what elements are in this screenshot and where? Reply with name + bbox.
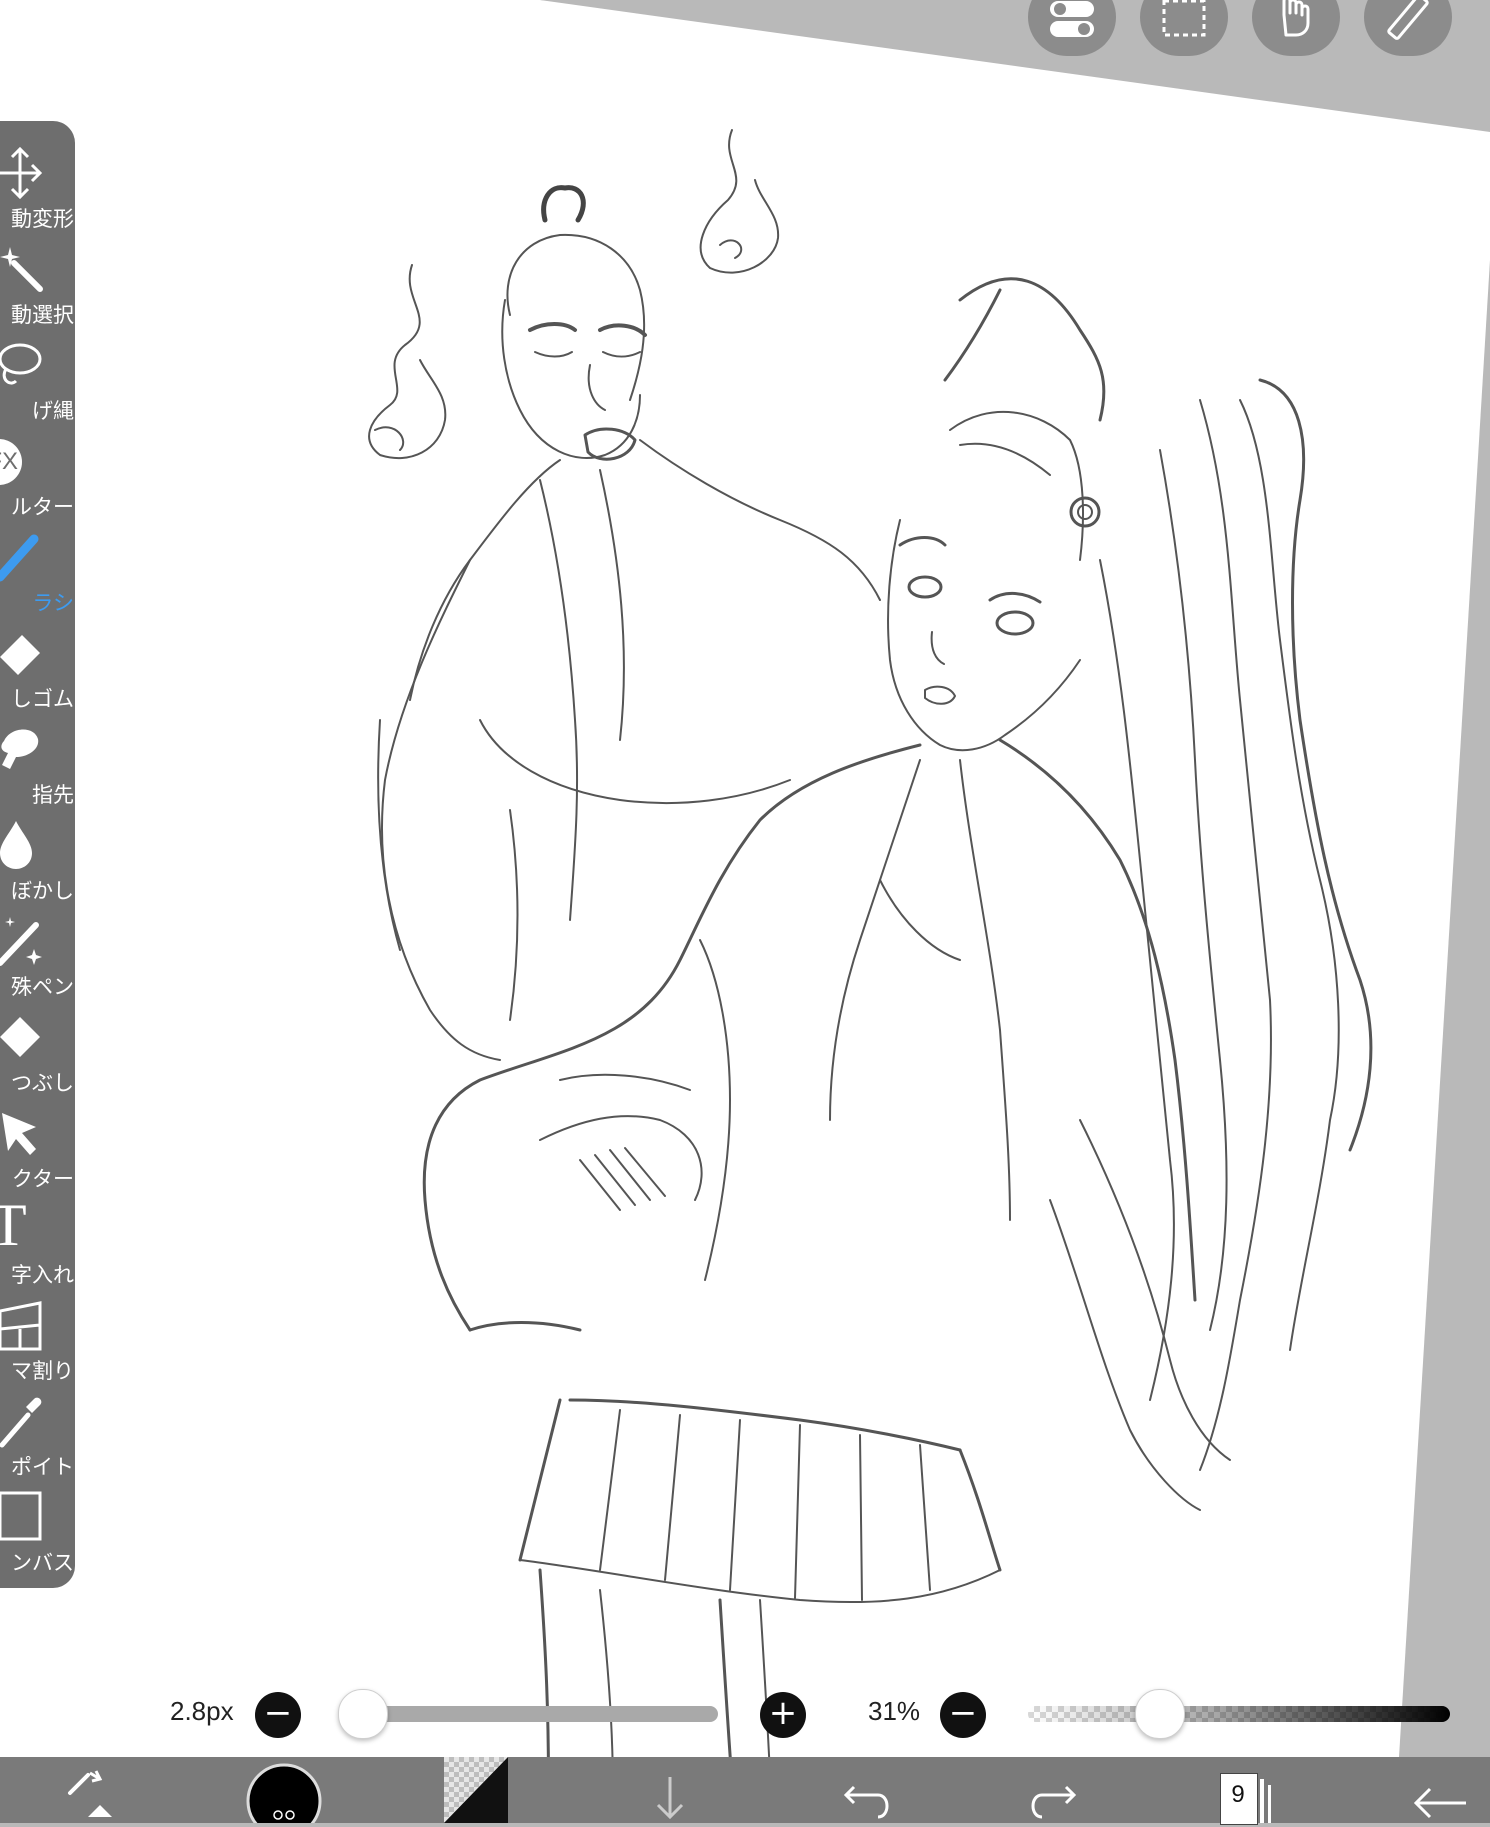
undo-icon bbox=[843, 1785, 889, 1819]
brush-size-increase-button[interactable]: + bbox=[760, 1692, 806, 1738]
fill-pattern-swatch[interactable] bbox=[444, 1757, 508, 1823]
color-swatch-icon bbox=[246, 1763, 322, 1827]
selector-arrow-icon bbox=[2, 1113, 36, 1155]
layers-stack-edge bbox=[1260, 1779, 1264, 1823]
color-swatch[interactable] bbox=[246, 1757, 322, 1827]
frame-divider-icon bbox=[0, 1301, 42, 1351]
canvas-icon bbox=[0, 1491, 42, 1541]
tool-label: 殊ペン bbox=[11, 975, 74, 999]
tool-palette: 動変形 動選択 げ縄 FX ルター ラシ しゴム bbox=[0, 121, 75, 1588]
tool-eyedropper[interactable]: ポイト bbox=[0, 1393, 75, 1489]
tool-move-transform[interactable]: 動変形 bbox=[0, 145, 75, 241]
tool-lasso[interactable]: げ縄 bbox=[0, 337, 75, 433]
ruler-icon bbox=[1387, 0, 1429, 40]
back-button[interactable] bbox=[1406, 1757, 1476, 1823]
plus-icon: + bbox=[768, 1693, 798, 1733]
tool-label: 字入れ bbox=[11, 1263, 74, 1287]
text-icon: T bbox=[0, 1195, 75, 1257]
redo-icon bbox=[1031, 1785, 1077, 1819]
layers-button[interactable]: 9 bbox=[1216, 1757, 1276, 1825]
brush-icon bbox=[0, 534, 39, 582]
brush-size-decrease-button[interactable]: − bbox=[255, 1692, 301, 1738]
magic-wand-icon bbox=[0, 247, 43, 292]
brush-size-slider-thumb[interactable] bbox=[338, 1689, 388, 1739]
eyedropper-icon bbox=[0, 1397, 42, 1448]
lasso-icon bbox=[0, 343, 42, 385]
tool-label: ンバス bbox=[11, 1551, 74, 1575]
tool-label: 動変形 bbox=[11, 207, 74, 231]
minus-icon: − bbox=[263, 1693, 293, 1733]
tool-fill[interactable]: つぶし bbox=[0, 1009, 75, 1105]
blur-drop-icon bbox=[0, 821, 32, 869]
fill-bucket-icon bbox=[0, 1017, 40, 1057]
special-pen-icon bbox=[0, 917, 42, 966]
tool-label: ぼかし bbox=[11, 879, 74, 903]
tool-blur[interactable]: ぼかし bbox=[0, 817, 75, 913]
redo-button[interactable] bbox=[1026, 1757, 1086, 1823]
opacity-value: 31% bbox=[868, 1696, 921, 1726]
brush-size-value: 2.8px bbox=[170, 1696, 234, 1726]
tool-special-pen[interactable]: 殊ペン bbox=[0, 913, 75, 1009]
layer-count: 9 bbox=[1231, 1781, 1245, 1808]
tool-canvas[interactable]: ンバス bbox=[0, 1489, 75, 1585]
layers-stack-edge bbox=[1268, 1785, 1271, 1823]
tool-label: 指先 bbox=[32, 783, 74, 807]
move-transform-icon bbox=[0, 146, 43, 200]
fx-text: FX bbox=[0, 439, 22, 485]
tool-smudge[interactable]: 指先 bbox=[0, 721, 75, 817]
tool-eraser[interactable]: しゴム bbox=[0, 625, 75, 721]
brush-swap-icon bbox=[68, 1770, 112, 1817]
opacity-decrease-button[interactable]: − bbox=[940, 1692, 986, 1738]
tool-label: しゴム bbox=[11, 687, 74, 711]
minus-icon: − bbox=[948, 1693, 978, 1733]
download-arrow-icon bbox=[656, 1777, 684, 1820]
download-button[interactable] bbox=[640, 1757, 700, 1823]
toggle-icon bbox=[1050, 1, 1094, 37]
text-tool-glyph: T bbox=[0, 1192, 27, 1258]
canvas-paper bbox=[0, 0, 1490, 1823]
smudge-finger-icon bbox=[1, 729, 39, 769]
tool-text[interactable]: T 字入れ bbox=[0, 1195, 75, 1297]
bottom-toolbar: 9 bbox=[0, 1757, 1490, 1827]
tool-filter[interactable]: FX ルター bbox=[0, 433, 75, 529]
selection-rect-icon bbox=[1162, 0, 1206, 37]
tool-label: マ割り bbox=[11, 1359, 74, 1383]
tool-label: げ縄 bbox=[32, 399, 74, 423]
tool-label: つぶし bbox=[11, 1071, 74, 1095]
brush-swap-button[interactable] bbox=[60, 1757, 130, 1823]
tool-magic-wand[interactable]: 動選択 bbox=[0, 241, 75, 337]
tool-selector[interactable]: クター bbox=[0, 1105, 75, 1201]
tool-label: クター bbox=[11, 1167, 74, 1191]
tool-label: ラシ bbox=[32, 591, 74, 615]
tool-label: 動選択 bbox=[11, 303, 74, 327]
brush-size-slider-track[interactable] bbox=[362, 1706, 718, 1722]
drawing-canvas[interactable] bbox=[0, 0, 1490, 1823]
eraser-icon bbox=[0, 635, 40, 675]
tool-label: ルター bbox=[11, 495, 74, 519]
tool-label: ポイト bbox=[11, 1455, 74, 1479]
tool-frame-divider[interactable]: マ割り bbox=[0, 1297, 75, 1393]
fill-pattern-icon bbox=[444, 1757, 508, 1823]
undo-button[interactable] bbox=[834, 1757, 894, 1823]
back-arrow-icon bbox=[1413, 1787, 1466, 1819]
tool-brush[interactable]: ラシ bbox=[0, 529, 75, 625]
opacity-slider-thumb[interactable] bbox=[1134, 1689, 1185, 1739]
hand-icon bbox=[1282, 0, 1310, 37]
opacity-slider-track[interactable] bbox=[1028, 1706, 1450, 1722]
fx-filter-icon: FX bbox=[0, 433, 75, 489]
